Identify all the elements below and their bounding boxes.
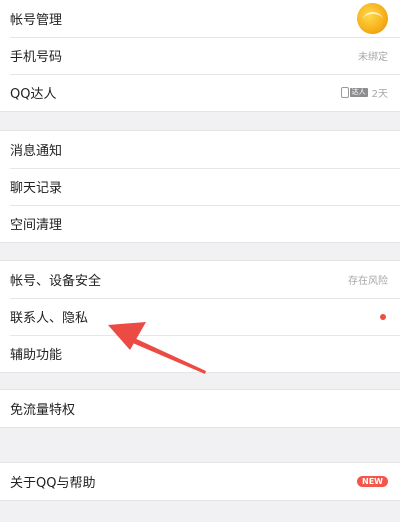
notifications-row[interactable]: 消息通知 bbox=[0, 131, 400, 168]
account-security-status: 存在风险 bbox=[348, 276, 388, 287]
about-help-label: 关于QQ与帮助 bbox=[10, 476, 96, 491]
data-free-group: 免流量特权 bbox=[0, 389, 400, 428]
qq-talent-phone-icon: 达人 bbox=[340, 87, 368, 98]
account-security-row[interactable]: 帐号、设备安全 存在风险 bbox=[0, 261, 400, 298]
security-group: 帐号、设备安全 存在风险 联系人、隐私 辅助功能 bbox=[0, 260, 400, 373]
chat-history-label: 聊天记录 bbox=[10, 181, 63, 196]
avatar bbox=[357, 3, 388, 34]
phone-number-label: 手机号码 bbox=[10, 50, 63, 65]
new-badge: NEW bbox=[357, 476, 388, 487]
data-free-privilege-row[interactable]: 免流量特权 bbox=[0, 390, 400, 427]
data-free-privilege-label: 免流量特权 bbox=[10, 403, 76, 418]
phone-number-row[interactable]: 手机号码 未绑定 bbox=[0, 37, 400, 74]
about-group: 关于QQ与帮助 NEW bbox=[0, 462, 400, 501]
about-help-row[interactable]: 关于QQ与帮助 NEW bbox=[0, 463, 400, 500]
contacts-privacy-label: 联系人、隐私 bbox=[10, 311, 89, 326]
accessibility-label: 辅助功能 bbox=[10, 348, 63, 363]
account-management-row[interactable]: 帐号管理 bbox=[0, 0, 400, 37]
qq-talent-status: 达人 2天 bbox=[340, 85, 388, 100]
account-security-label: 帐号、设备安全 bbox=[10, 274, 102, 289]
account-management-label: 帐号管理 bbox=[10, 13, 63, 28]
qq-talent-days: 2天 bbox=[371, 89, 388, 100]
account-group: 帐号管理 手机号码 未绑定 QQ达人 达人 2天 bbox=[0, 0, 400, 112]
notification-dot bbox=[380, 313, 386, 320]
accessibility-row[interactable]: 辅助功能 bbox=[0, 335, 400, 372]
qq-talent-row[interactable]: QQ达人 达人 2天 bbox=[0, 74, 400, 111]
general-group: 消息通知 聊天记录 空间清理 bbox=[0, 130, 400, 243]
chat-history-row[interactable]: 聊天记录 bbox=[0, 168, 400, 205]
notifications-label: 消息通知 bbox=[10, 144, 63, 159]
storage-cleanup-label: 空间清理 bbox=[10, 218, 63, 233]
contacts-privacy-row[interactable]: 联系人、隐私 bbox=[0, 298, 400, 335]
qq-talent-label: QQ达人 bbox=[10, 87, 57, 102]
phone-number-value: 未绑定 bbox=[358, 52, 388, 63]
storage-cleanup-row[interactable]: 空间清理 bbox=[0, 205, 400, 242]
